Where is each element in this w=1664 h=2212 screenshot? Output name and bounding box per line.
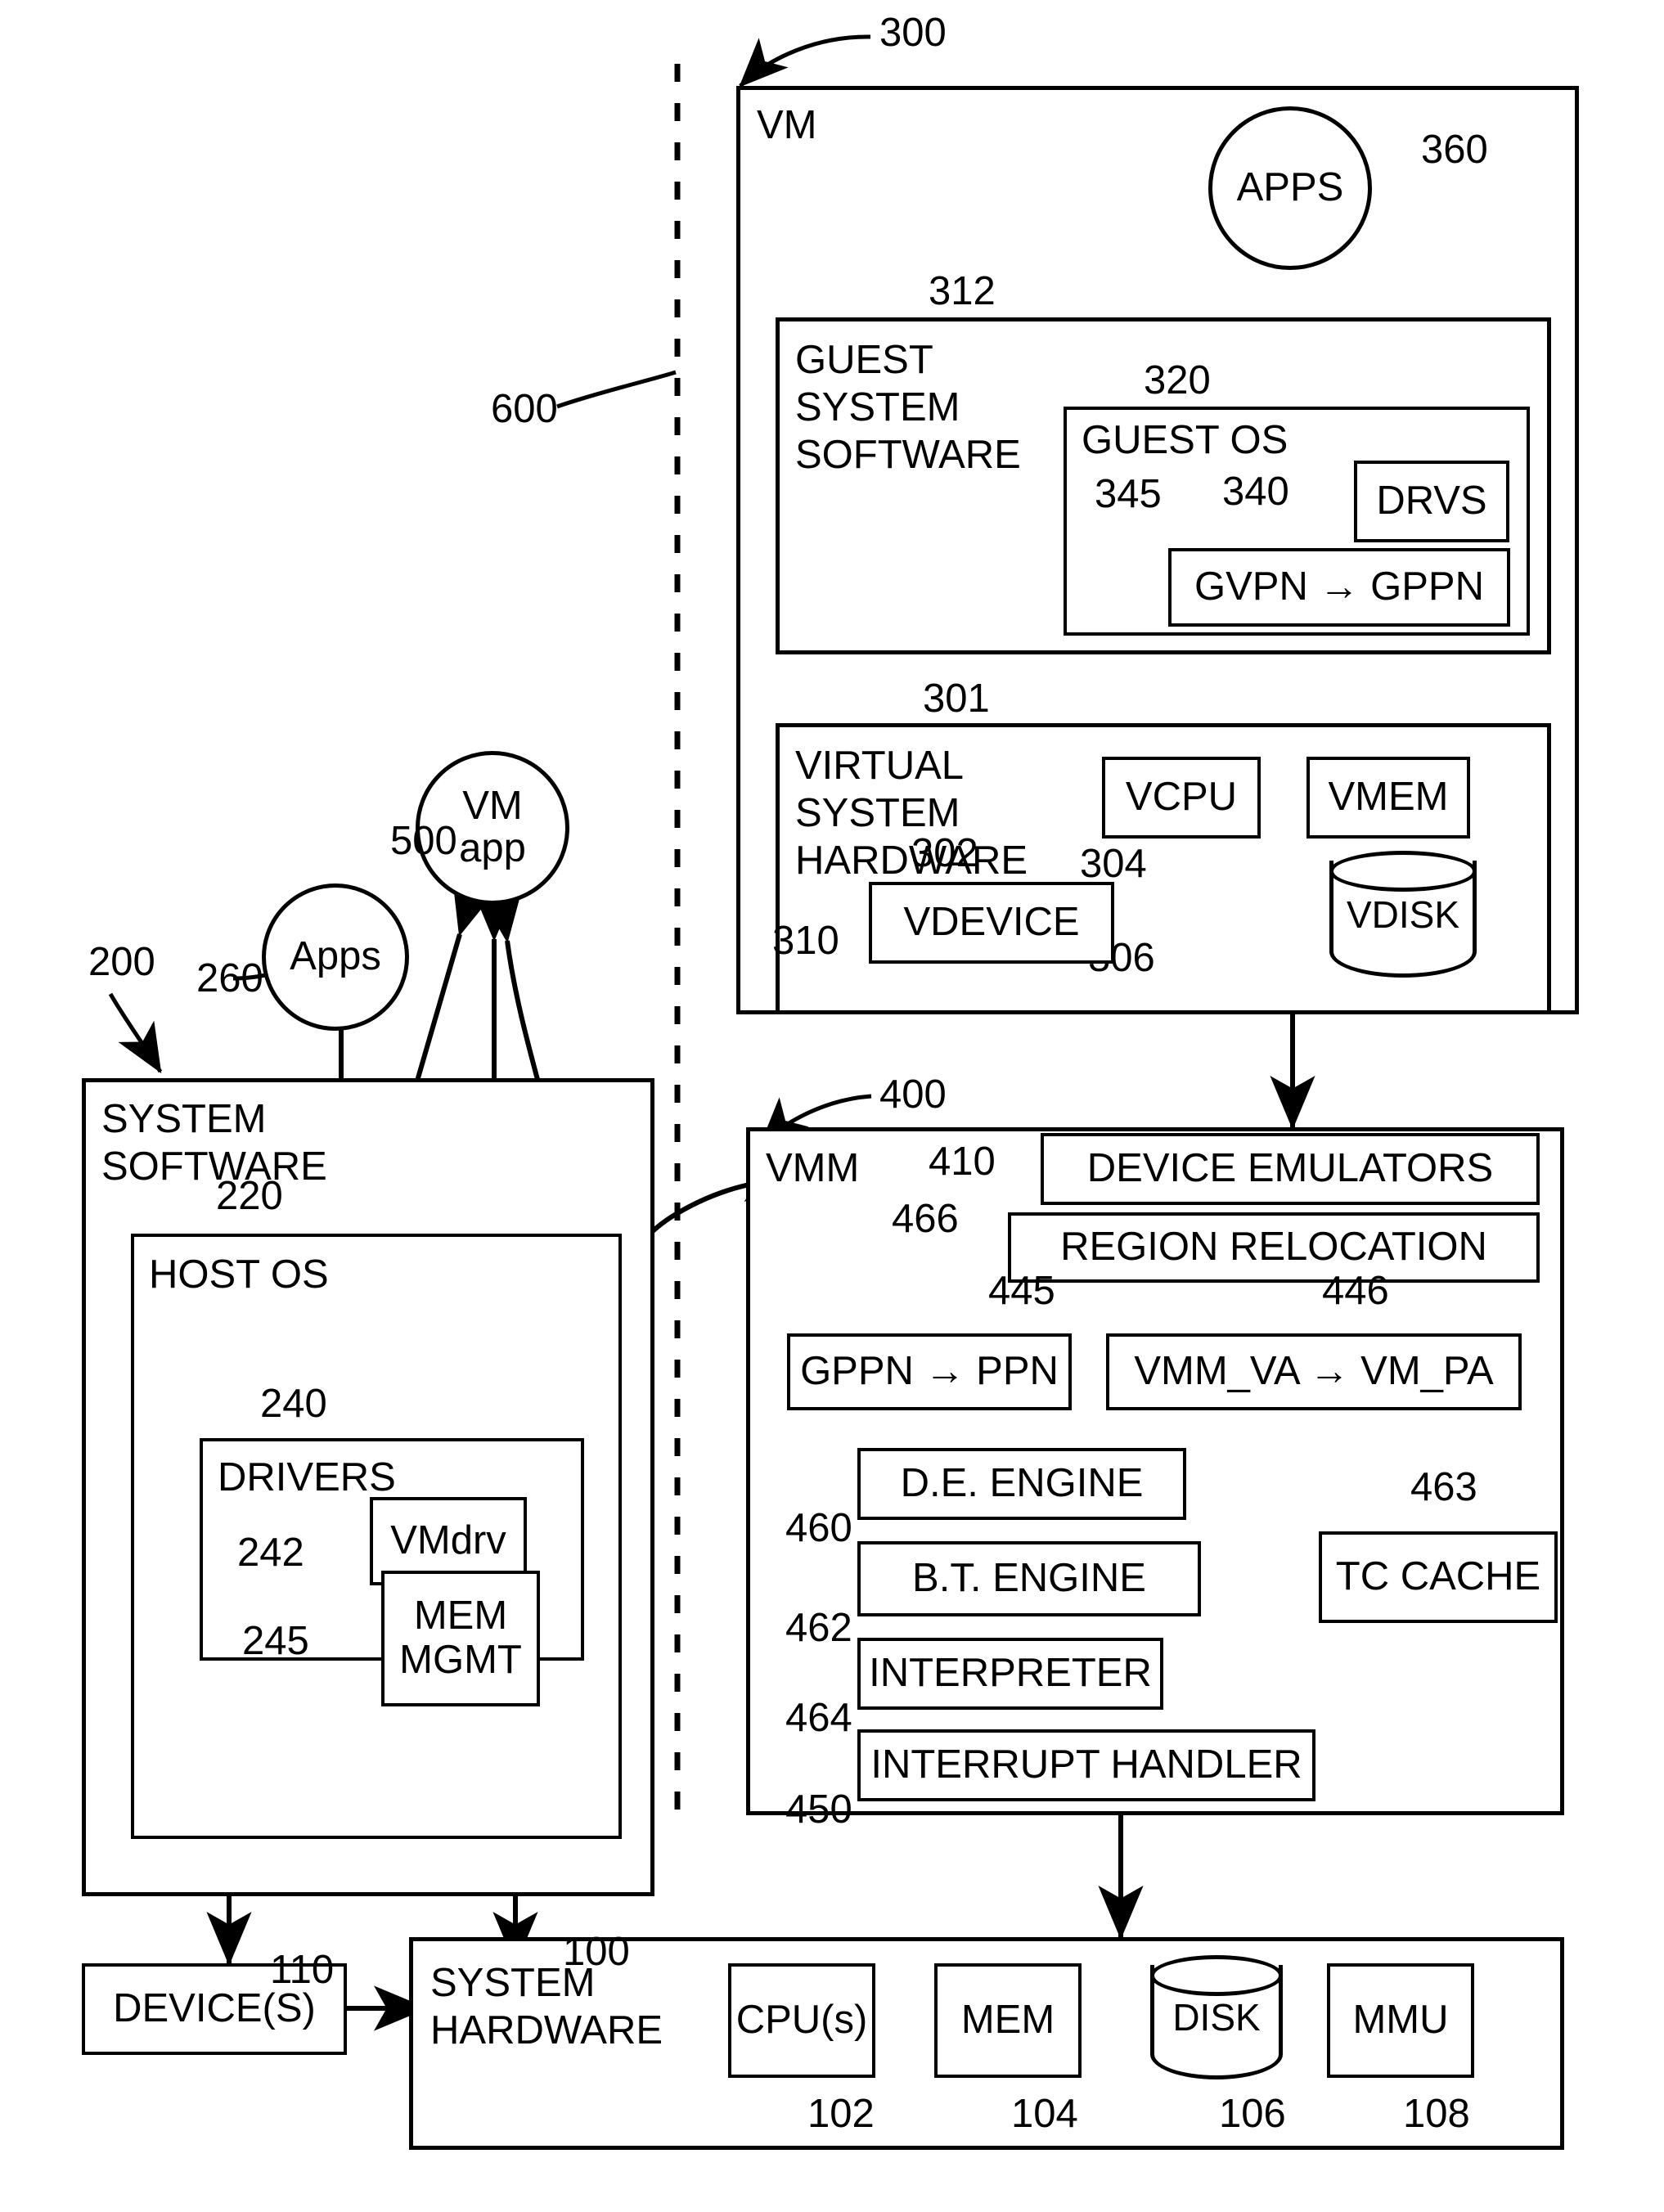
system-software-title: SYSTEM SOFTWARE <box>101 1097 327 1189</box>
ref-310: 310 <box>772 919 839 963</box>
vdisk-label: VDISK <box>1346 892 1460 936</box>
ref-600: 600 <box>491 387 558 431</box>
ref-466: 466 <box>892 1197 959 1241</box>
ref-110: 110 <box>270 1948 335 1992</box>
ref-340: 340 <box>1222 470 1289 514</box>
vmem-box[interactable]: VMEM <box>1306 757 1470 838</box>
de-engine-box[interactable]: D.E. ENGINE <box>857 1448 1186 1520</box>
ref-445: 445 <box>988 1269 1055 1313</box>
ref-104: 104 <box>1011 2092 1078 2136</box>
ref-460: 460 <box>785 1506 852 1550</box>
host-os-title: HOST OS <box>149 1252 329 1297</box>
ref-240: 240 <box>260 1382 327 1426</box>
ref-260: 260 <box>196 956 263 1000</box>
vdisk-cylinder[interactable]: VDISK <box>1329 851 1477 978</box>
ref-312: 312 <box>929 269 996 313</box>
ref-302: 302 <box>911 831 978 875</box>
drivers-title: DRIVERS <box>218 1455 396 1499</box>
ref-304: 304 <box>1080 842 1147 886</box>
apps-circle-host[interactable]: Apps <box>262 883 409 1031</box>
guest-os-title: GUEST OS <box>1082 418 1288 462</box>
vcpu-box[interactable]: VCPU <box>1102 757 1261 838</box>
ref-446: 446 <box>1322 1269 1389 1313</box>
ref-100: 100 <box>563 1930 630 1974</box>
vm-title: VM <box>757 103 817 147</box>
ref-102: 102 <box>807 2092 875 2136</box>
interpreter-box[interactable]: INTERPRETER <box>857 1638 1163 1710</box>
guest-system-software-title: GUEST SYSTEM SOFTWARE <box>795 338 1021 477</box>
bt-engine-box[interactable]: B.T. ENGINE <box>857 1541 1201 1616</box>
ref-300: 300 <box>879 11 947 55</box>
disk-cylinder[interactable]: DISK <box>1150 1955 1283 2079</box>
ref-245: 245 <box>242 1619 309 1663</box>
tc-cache-box[interactable]: TC CACHE <box>1319 1531 1558 1623</box>
figure-canvas: VM 300 APPS 360 GUEST SYSTEM SOFTWARE 31… <box>0 0 1664 2212</box>
vmm-va-vm-pa-box[interactable]: VMM_VA → VM_PA <box>1106 1333 1522 1410</box>
drvs-box[interactable]: DRVS <box>1354 461 1509 542</box>
ref-464: 464 <box>785 1696 852 1740</box>
ref-450: 450 <box>785 1787 852 1832</box>
mmu-box[interactable]: MMU <box>1327 1963 1474 2078</box>
device-emulators-box[interactable]: DEVICE EMULATORS <box>1041 1133 1540 1205</box>
ref-108: 108 <box>1403 2092 1470 2136</box>
ref-462: 462 <box>785 1606 852 1650</box>
vmm-title: VMM <box>766 1146 860 1190</box>
ref-301: 301 <box>923 677 990 721</box>
gvpn-gppn-box[interactable]: GVPN → GPPN <box>1168 548 1510 627</box>
ref-106: 106 <box>1219 2092 1286 2136</box>
ref-360: 360 <box>1421 128 1488 172</box>
apps-circle-guest[interactable]: APPS <box>1208 106 1372 270</box>
ref-200: 200 <box>88 940 155 984</box>
ref-345: 345 <box>1095 472 1162 516</box>
ref-320: 320 <box>1144 358 1211 402</box>
mem-mgmt-box[interactable]: MEM MGMT <box>381 1571 540 1706</box>
vdevice-box[interactable]: VDEVICE <box>869 882 1114 964</box>
ref-410: 410 <box>929 1140 996 1184</box>
ref-220: 220 <box>216 1174 283 1218</box>
ref-463: 463 <box>1410 1465 1477 1509</box>
disk-label: DISK <box>1172 1996 1261 2039</box>
cpus-box[interactable]: CPU(s) <box>728 1963 875 2078</box>
interrupt-handler-box[interactable]: INTERRUPT HANDLER <box>857 1729 1315 1801</box>
ref-400: 400 <box>879 1072 947 1117</box>
mem-box[interactable]: MEM <box>934 1963 1082 2078</box>
ref-500: 500 <box>390 819 457 863</box>
region-relocation-box[interactable]: REGION RELOCATION <box>1008 1212 1540 1283</box>
ref-242: 242 <box>237 1531 304 1575</box>
gppn-ppn-box[interactable]: GPPN → PPN <box>787 1333 1072 1410</box>
